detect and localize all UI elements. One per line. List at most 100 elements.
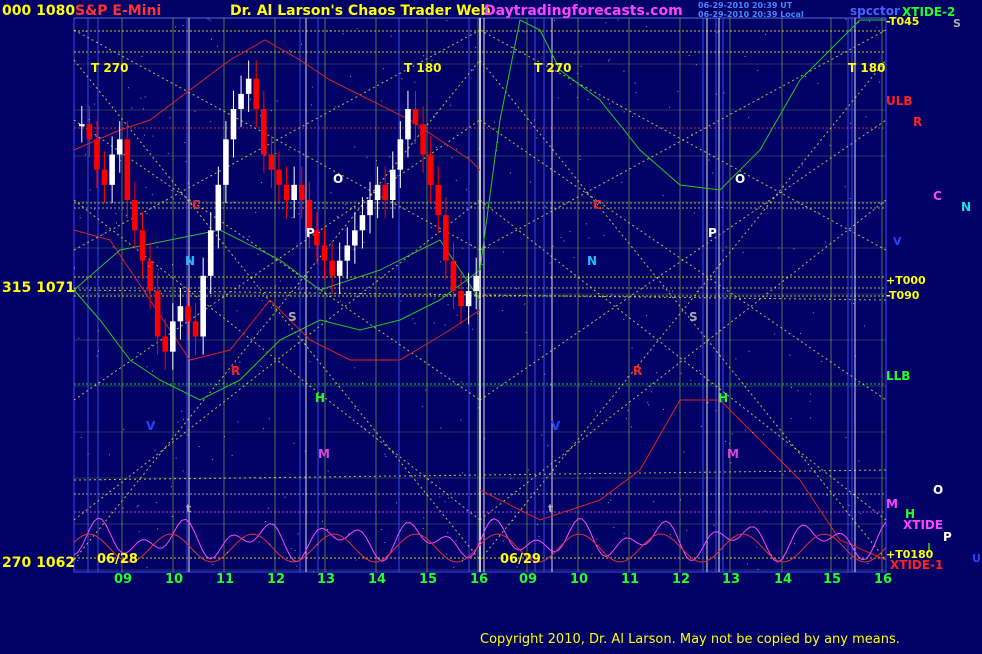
bg-dot — [207, 18, 209, 20]
bg-dot — [261, 300, 263, 302]
site-link[interactable]: Daytradingforecasts.com — [484, 3, 683, 19]
hour-label: 13 — [722, 572, 741, 587]
label-c: C — [933, 189, 942, 203]
bg-dot — [258, 331, 260, 333]
bg-dot — [136, 506, 138, 508]
bg-dot — [694, 212, 696, 214]
bg-dot — [854, 355, 856, 357]
bg-dot — [756, 546, 758, 548]
bg-dot — [608, 59, 610, 61]
bg-dot — [362, 382, 364, 384]
candle-body — [94, 139, 100, 170]
bg-dot — [538, 536, 540, 538]
bg-dot — [619, 105, 621, 107]
bg-dot — [422, 528, 424, 530]
planet-r-2: R — [633, 364, 643, 378]
bg-dot — [225, 186, 227, 188]
candle-body — [367, 200, 373, 216]
bg-dot — [683, 451, 685, 453]
bg-dot — [553, 19, 555, 21]
bg-dot — [466, 189, 468, 191]
bg-dot — [182, 419, 184, 421]
bg-dot — [854, 502, 856, 504]
bg-dot — [688, 54, 690, 56]
bg-dot — [809, 417, 811, 419]
bg-dot — [551, 277, 553, 279]
bg-dot — [801, 164, 803, 166]
bg-dot — [268, 418, 270, 420]
bg-dot — [527, 469, 529, 471]
candle-body — [443, 215, 449, 261]
bg-dot — [293, 442, 295, 444]
bg-dot — [700, 425, 702, 427]
bg-dot — [401, 78, 403, 80]
bg-dot — [523, 303, 525, 305]
bg-dot — [184, 142, 186, 144]
bg-dot — [297, 288, 299, 290]
bg-dot — [423, 55, 425, 57]
bg-dot — [165, 199, 167, 201]
hour-label: 14 — [774, 572, 793, 587]
bg-dot — [462, 560, 464, 562]
candle-body — [382, 184, 388, 200]
bg-dot — [236, 310, 238, 312]
bg-dot — [579, 159, 581, 161]
bg-dot — [613, 527, 615, 529]
bg-dot — [611, 294, 613, 296]
bg-dot — [502, 310, 504, 312]
bg-dot — [804, 76, 806, 78]
candle-body — [329, 260, 335, 276]
label-s: S — [953, 17, 961, 30]
bg-dot — [354, 407, 356, 409]
candle-body — [298, 184, 305, 200]
label-n: N — [961, 200, 972, 214]
bg-dot — [80, 436, 82, 438]
timestamp-line1: 06-29-2010 20:39 UT — [698, 1, 793, 10]
bg-dot — [451, 157, 453, 159]
bg-dot — [88, 119, 90, 121]
candle-body — [420, 124, 426, 155]
bg-dot — [137, 352, 139, 354]
bg-dot — [84, 153, 86, 155]
bg-dot — [662, 195, 664, 197]
bg-dot — [366, 156, 368, 158]
bg-dot — [396, 175, 398, 177]
bg-dot — [156, 502, 158, 504]
bg-dot — [210, 121, 212, 123]
bg-dot — [261, 182, 263, 184]
bg-dot — [456, 148, 458, 150]
bg-dot — [447, 304, 449, 306]
bg-dot — [174, 234, 176, 236]
bg-dot — [677, 91, 679, 93]
bg-dot — [327, 470, 329, 472]
bg-dot — [462, 247, 464, 249]
bg-dot — [748, 350, 750, 352]
bg-dot — [127, 87, 129, 89]
bg-dot — [849, 198, 851, 200]
bg-dot — [446, 553, 448, 555]
bg-dot — [790, 417, 792, 419]
bg-dot — [275, 153, 277, 155]
bg-dot — [810, 393, 812, 395]
bg-dot — [699, 369, 701, 371]
bg-dot — [547, 445, 549, 447]
cycle-day2-t270: T 270 — [534, 61, 572, 75]
candle-body — [276, 169, 282, 185]
bg-dot — [412, 318, 414, 320]
planet-r-1: R — [231, 364, 241, 378]
bg-dot — [276, 100, 278, 102]
bg-dot — [120, 160, 122, 162]
planet-c-2: C — [593, 198, 602, 212]
candle-body — [268, 154, 275, 170]
bg-dot — [853, 303, 855, 305]
bg-dot — [455, 540, 457, 542]
bg-dot — [138, 531, 140, 533]
bg-dot — [625, 418, 627, 420]
candle-body — [458, 291, 464, 307]
planet-m-1: M — [318, 447, 330, 461]
bg-dot — [275, 285, 277, 287]
bg-dot — [151, 194, 153, 196]
bg-dot — [359, 211, 361, 213]
bg-dot — [588, 237, 590, 239]
bg-dot — [131, 107, 133, 109]
